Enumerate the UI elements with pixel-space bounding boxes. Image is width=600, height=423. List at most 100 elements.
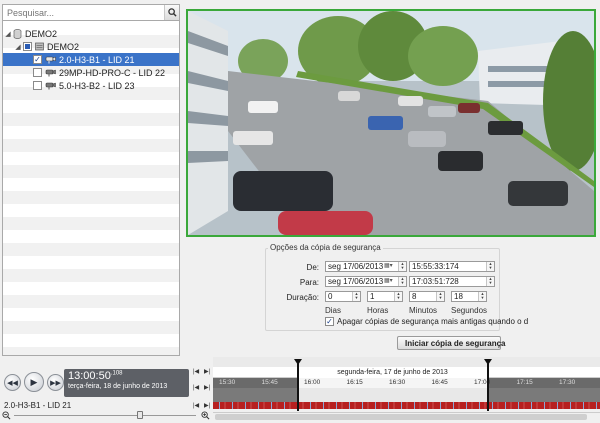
timeline-tick-label: 15:30: [219, 379, 236, 386]
selection-end-marker[interactable]: [484, 359, 492, 411]
spinner-icon[interactable]: ▲ ▼: [436, 292, 444, 301]
timeline-tick-label: 17:30: [559, 379, 576, 386]
zoom-out-icon[interactable]: [2, 411, 11, 420]
playback-ms: .108: [110, 370, 123, 377]
play-icon: ▶: [30, 376, 38, 387]
camera-tree-panel: ◢ DEMO2 ◢ DEMO2 ✓ 2.0-H3-B1 -: [2, 4, 180, 356]
timeline-date-label: segunda-feira, 17 de junho de 2013: [297, 367, 488, 378]
duration-label: Duração:: [286, 293, 319, 302]
spinner-icon[interactable]: ▲ ▼: [398, 277, 406, 286]
tree-camera-23[interactable]: 5.0-H3-B2 - LID 23: [3, 79, 179, 92]
selection-start-marker[interactable]: [294, 359, 302, 411]
backup-options-title: Opções da cópia de segurança: [268, 243, 383, 252]
tree-node-root[interactable]: ◢ DEMO2: [3, 27, 179, 40]
camera-icon: [45, 56, 56, 63]
seconds-unit: Segundos: [451, 306, 488, 315]
zoom-handle[interactable]: [137, 411, 143, 419]
timeline-last-icon[interactable]: ▶|: [204, 384, 210, 391]
expand-icon[interactable]: ◢: [3, 30, 13, 38]
camera-label: 5.0-H3-B2 - LID 23: [59, 80, 135, 91]
calendar-dropdown-icon[interactable]: ▦▾: [384, 262, 396, 271]
from-time-field[interactable]: 15:55:33:174 ▲ ▼: [409, 261, 495, 272]
tree-camera-22[interactable]: 29MP-HD-PRO-C - LID 22: [3, 66, 179, 79]
from-date-field[interactable]: seg 17/06/2013 ▦▾ ▲ ▼: [325, 261, 407, 272]
timeline-date-row: segunda-feira, 17 de junho de 2013: [213, 367, 600, 378]
timeline-scroll-thumb[interactable]: [215, 414, 587, 420]
recorder-icon: [35, 42, 44, 51]
timeline-tick-label: 17:15: [516, 379, 533, 386]
camera-icon: [45, 69, 56, 76]
timeline[interactable]: segunda-feira, 17 de junho de 2013 15:30…: [213, 357, 600, 412]
tree-group-label: DEMO2: [47, 41, 80, 52]
from-time-value: 15:55:33:174: [412, 262, 459, 271]
hours-unit: Horas: [367, 306, 389, 315]
camera-label: 29MP-HD-PRO-C - LID 22: [59, 67, 166, 78]
recording-bar: [213, 402, 600, 409]
camera-label: 2.0-H3-B1 - LID 21: [59, 54, 135, 65]
delete-old-checkbox[interactable]: ✓: [325, 317, 334, 326]
zoom-in-icon[interactable]: [201, 411, 210, 420]
duration-hours-value: 1: [370, 292, 375, 301]
duration-days-field[interactable]: 0 ▲ ▼: [325, 291, 361, 302]
camera-checkbox[interactable]: [33, 68, 42, 77]
spinner-icon[interactable]: ▲ ▼: [394, 292, 402, 301]
timeline-prev-icon[interactable]: |◀: [193, 384, 199, 391]
tree-camera-21[interactable]: ✓ 2.0-H3-B1 - LID 21: [3, 53, 179, 66]
video-frame-image: [188, 11, 594, 235]
camera-checkbox[interactable]: ✓: [33, 55, 42, 64]
duration-seconds-field[interactable]: 18 ▲ ▼: [451, 291, 487, 302]
timeline-tick-label: 15:45: [261, 379, 278, 386]
search-button[interactable]: [164, 5, 179, 20]
start-backup-button[interactable]: Iniciar cópia de segurança: [397, 336, 505, 350]
spinner-icon[interactable]: ▲ ▼: [352, 292, 360, 301]
camera-checkbox[interactable]: [33, 81, 42, 90]
zoom-slider[interactable]: [2, 410, 210, 420]
timeline-first-icon[interactable]: |◀: [193, 368, 199, 375]
timeline-scrollbar[interactable]: [213, 412, 600, 421]
spinner-icon[interactable]: ▲ ▼: [486, 262, 494, 271]
minutes-unit: Minutos: [409, 306, 438, 315]
spinner-icon[interactable]: ▲ ▼: [478, 292, 486, 301]
from-label: De:: [306, 263, 319, 272]
timeline-overview[interactable]: [213, 357, 600, 367]
timeline-tick-label: 16:45: [431, 379, 448, 386]
from-date-value: seg 17/06/2013: [328, 262, 384, 271]
timeline-track[interactable]: [213, 388, 600, 402]
timeline-ticks: 15:30 15:45 16:00 16:15 16:30 16:45 17:00 17:15…: [213, 378, 600, 388]
play-button[interactable]: ▶: [24, 372, 44, 392]
duration-seconds-value: 18: [454, 292, 463, 301]
timeline-tick-label: 16:15: [346, 379, 363, 386]
to-time-field[interactable]: 17:03:51:728 ▲ ▼: [409, 276, 495, 287]
spinner-icon[interactable]: ▲ ▼: [486, 277, 494, 286]
search-input[interactable]: [3, 5, 163, 20]
rewind-icon: ◀◀: [7, 379, 18, 387]
timeline-prev-rec-icon[interactable]: |◀: [193, 402, 199, 409]
timeline-selection-track: [297, 388, 488, 402]
to-label: Para:: [299, 278, 319, 287]
camera-tree: ◢ DEMO2 ◢ DEMO2 ✓ 2.0-H3-B1 - LID 21 29M…: [3, 22, 179, 355]
to-date-field[interactable]: seg 17/06/2013 ▦▾ ▲ ▼: [325, 276, 407, 287]
search-box: [3, 5, 179, 21]
duration-minutes-field[interactable]: 8 ▲ ▼: [409, 291, 445, 302]
tree-node-group[interactable]: ◢ DEMO2: [3, 40, 179, 53]
video-viewport[interactable]: [186, 9, 596, 237]
timeline-next-rec-icon[interactable]: ▶|: [204, 402, 210, 409]
current-camera-label: 2.0-H3-B1 - LID 21: [4, 401, 72, 410]
timeline-tick-label: 16:00: [304, 379, 321, 386]
zoom-track[interactable]: [14, 415, 196, 416]
forward-button[interactable]: ▶▶: [47, 374, 64, 391]
spinner-icon[interactable]: ▲ ▼: [398, 262, 406, 271]
camera-icon: [45, 82, 56, 89]
delete-old-row[interactable]: ✓ Apagar cópias de segurança mais antiga…: [325, 317, 528, 326]
timeline-next-icon[interactable]: ▶|: [204, 368, 210, 375]
search-icon: [167, 8, 177, 17]
days-unit: Dias: [325, 306, 342, 315]
duration-hours-field[interactable]: 1 ▲ ▼: [367, 291, 403, 302]
expand-icon[interactable]: ◢: [13, 43, 23, 51]
to-time-value: 17:03:51:728: [412, 277, 459, 286]
tree-root-label: DEMO2: [25, 28, 58, 39]
duration-days-value: 0: [328, 292, 333, 301]
group-checkbox[interactable]: [23, 42, 32, 51]
rewind-button[interactable]: ◀◀: [4, 374, 21, 391]
calendar-dropdown-icon[interactable]: ▦▾: [384, 277, 396, 286]
